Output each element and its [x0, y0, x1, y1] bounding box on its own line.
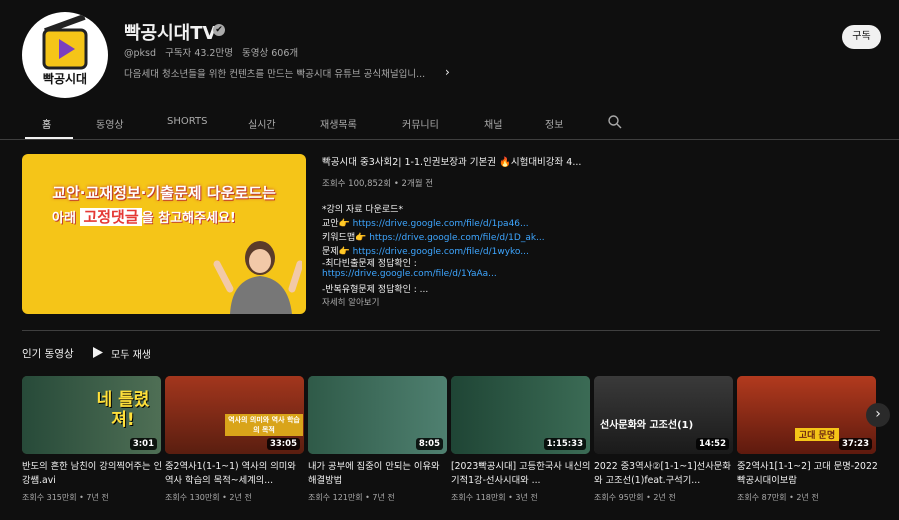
video-thumbnail[interactable]: 네 틀렸져! 3:01	[22, 376, 161, 454]
video-title[interactable]: 중2역사1[1-1~2] 고대 문명-2022 빡공시대이보람	[737, 460, 878, 487]
presenter-figure	[213, 241, 302, 314]
thumb-caption: 고대 문명	[795, 428, 839, 441]
tabs-divider	[0, 139, 899, 140]
thumb-caption: 선사문화와 고조선(1)	[600, 420, 694, 431]
video-title[interactable]: [2023빡공시대] 고등한국사 내신의기적1강-선사시대와 ...	[451, 460, 592, 487]
play-all-button[interactable]: 모두 재생	[111, 346, 151, 361]
video-meta: 조회수 130만회 • 2년 전	[165, 493, 252, 502]
section-divider	[22, 330, 880, 331]
featured-desc-line: -반복유형문제 정답확인 : ...	[322, 285, 429, 295]
subscribe-button[interactable]: 구독	[842, 25, 881, 49]
drive-link[interactable]: https://drive.google.com/file/d/1YaAa...	[322, 269, 497, 279]
video-duration: 8:05	[415, 438, 443, 450]
featured-video-title[interactable]: 빡공시대 중3사회2| 1-1.인권보장과 기본권 🔥시험대비강좌 4...	[322, 154, 581, 168]
subscriber-count: 구독자 43.2만명	[165, 48, 233, 59]
thumb-subline: 아래 고정댓글 을 참고해주세요!	[52, 208, 236, 226]
read-more-link[interactable]: 자세히 알아보기	[322, 296, 379, 308]
video-title[interactable]: 2022 중3역사②[1-1~1]선사문화와 고조선(1)feat.구석기...	[594, 460, 735, 487]
active-tab-indicator	[25, 137, 73, 139]
tab-channels[interactable]: 채널	[484, 116, 502, 131]
video-meta: 조회수 87만회 • 2년 전	[737, 493, 819, 502]
video-duration: 1:15:33	[543, 438, 586, 450]
channel-meta: @pksd 구독자 43.2만명 동영상 606개	[124, 45, 298, 59]
video-thumbnail[interactable]: 선사문화와 고조선(1) 14:52	[594, 376, 733, 454]
video-title[interactable]: 중2역사1(1-1~1) 역사의 의미와 역사 학습의 목적~세계의...	[165, 460, 306, 487]
featured-desc-line: 교안👉 https://drive.google.com/file/d/1pa4…	[322, 219, 529, 229]
video-duration: 37:23	[838, 438, 872, 450]
drive-link[interactable]: https://drive.google.com/file/d/1pa46...	[353, 219, 529, 229]
thumb-caption: 네 틀렸져!	[96, 390, 150, 430]
video-meta: 조회수 95만회 • 2년 전	[594, 493, 676, 502]
tab-home[interactable]: 홈	[42, 116, 51, 131]
video-duration: 33:05	[266, 438, 300, 450]
verified-icon: ✔	[213, 24, 225, 36]
featured-desc-line: -최다빈출문제 정답확인 :	[322, 259, 417, 269]
channel-avatar[interactable]: 빡공시대	[22, 12, 108, 98]
video-thumbnail[interactable]: 고대 문명 37:23	[737, 376, 876, 454]
video-thumbnail[interactable]: 1:15:33	[451, 376, 590, 454]
featured-desc-line: 키워드맵👉 https://drive.google.com/file/d/1D…	[322, 233, 545, 243]
video-title[interactable]: 반도의 흔한 남친이 강의찍어주는 인강쌤.avi	[22, 460, 163, 487]
channel-handle: @pksd	[124, 48, 157, 59]
channel-description[interactable]: 다음세대 청소년들을 위한 컨텐츠를 만드는 빡공시대 유튜브 공식채널입니..…	[124, 66, 425, 80]
tab-shorts[interactable]: SHORTS	[167, 116, 207, 127]
video-meta: 조회수 118만회 • 3년 전	[451, 493, 538, 502]
chevron-right-icon[interactable]: ›	[866, 403, 890, 427]
video-meta: 조회수 121만회 • 7년 전	[308, 493, 395, 502]
featured-video-meta: 조회수 100,852회 • 2개월 전	[322, 179, 434, 189]
logo-text: 빡공시대	[42, 72, 88, 86]
tab-community[interactable]: 커뮤니티	[402, 116, 439, 131]
channel-name: 빡공시대TV	[124, 23, 217, 44]
tab-about[interactable]: 정보	[545, 116, 563, 131]
tab-videos[interactable]: 동영상	[96, 116, 124, 131]
video-duration: 3:01	[129, 438, 157, 450]
video-thumbnail[interactable]: 역사의 의미와 역사 학습의 목적 33:05	[165, 376, 304, 454]
featured-desc-line: https://drive.google.com/file/d/1YaAa...	[322, 269, 497, 279]
chevron-right-icon[interactable]: ›	[445, 65, 450, 79]
tab-playlists[interactable]: 재생목록	[320, 116, 357, 131]
thumb-highlight: 고정댓글	[80, 208, 142, 226]
video-duration: 14:52	[695, 438, 729, 450]
featured-video-thumbnail[interactable]: 교안·교재정보·기출문제 다운로드는 아래 고정댓글 을 참고해주세요!	[22, 154, 306, 314]
tab-live[interactable]: 실시간	[248, 116, 276, 131]
play-icon[interactable]	[93, 347, 103, 358]
thumb-headline: 교안·교재정보·기출문제 다운로드는	[52, 184, 276, 202]
video-title[interactable]: 내가 공부에 집중이 안되는 이유와 해결방법	[308, 460, 449, 487]
drive-link[interactable]: https://drive.google.com/file/d/1D_ak...	[369, 233, 544, 243]
thumb-caption: 역사의 의미와 역사 학습의 목적	[225, 414, 303, 436]
video-count: 동영상 606개	[242, 48, 299, 59]
video-meta: 조회수 315만회 • 7년 전	[22, 493, 109, 502]
search-icon[interactable]	[607, 114, 623, 130]
video-thumbnail[interactable]: 8:05	[308, 376, 447, 454]
popular-videos-heading: 인기 동영상	[22, 348, 74, 360]
featured-desc-line: *강의 자료 다운로드*	[322, 205, 403, 215]
